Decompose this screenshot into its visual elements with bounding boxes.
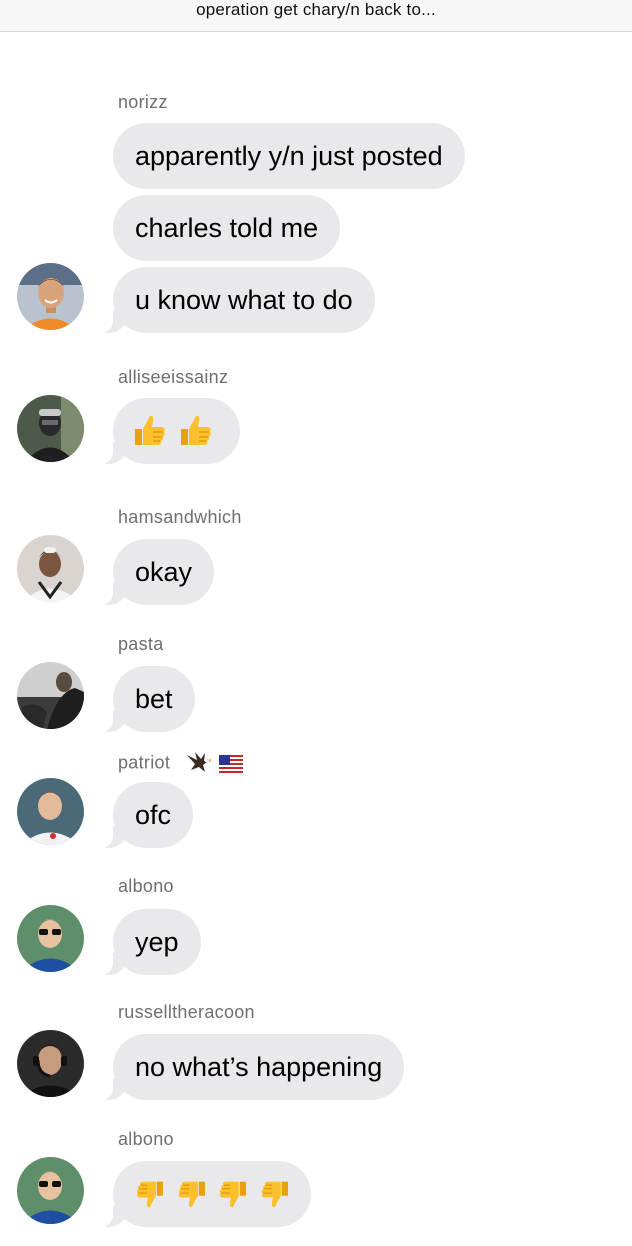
person-hooded-icon — [17, 395, 84, 462]
person-white-jacket-icon — [17, 535, 84, 602]
avatar[interactable] — [17, 905, 84, 972]
message-bubble[interactable]: ofc — [98, 782, 194, 848]
person-sunglasses-blue-icon — [17, 905, 84, 972]
thumbs-down-icon — [261, 1181, 288, 1208]
avatar[interactable] — [17, 395, 84, 462]
person-headset-icon — [17, 1030, 84, 1097]
message-bubble[interactable]: bet — [99, 666, 195, 732]
avatar[interactable] — [17, 535, 84, 602]
thumbs-up-icon — [181, 415, 211, 445]
sender-name-text: patriot — [118, 752, 171, 773]
reaction-bubble[interactable] — [99, 1161, 311, 1227]
person-dark-photo-icon — [17, 662, 84, 729]
person-sunglasses-blue-icon — [17, 1157, 84, 1224]
message-bubble[interactable]: yep — [99, 909, 201, 975]
message-bubble[interactable]: okay — [98, 539, 215, 605]
eagle-icon — [187, 752, 213, 772]
thumbs-down-icon — [178, 1181, 205, 1208]
message-bubble[interactable]: charles told me — [113, 195, 341, 261]
message-bubble[interactable]: apparently y/n just posted — [113, 123, 465, 189]
message-bubble[interactable]: no what’s happening — [98, 1034, 405, 1100]
thumbs-down-icon — [219, 1181, 246, 1208]
avatar[interactable] — [17, 1157, 84, 1224]
person-race-suit-icon — [17, 778, 84, 845]
thumbs-down-icon — [136, 1181, 163, 1208]
sender-name: patriot — [118, 749, 243, 778]
chat-title[interactable]: operation get chary/n back to... — [0, 0, 632, 20]
avatar[interactable] — [17, 263, 84, 330]
us-flag-icon — [218, 755, 243, 773]
avatar[interactable] — [17, 778, 84, 845]
sender-name: albono — [118, 876, 174, 896]
reaction-bubble[interactable] — [99, 398, 240, 464]
sender-name: alliseeissainz — [118, 367, 229, 387]
avatar[interactable] — [17, 662, 84, 729]
chat-header[interactable]: operation get chary/n back to... — [0, 0, 632, 32]
avatar[interactable] — [17, 1030, 84, 1097]
sender-flair — [185, 749, 243, 778]
message-bubble[interactable]: u know what to do — [99, 267, 375, 333]
sender-name: albono — [118, 1129, 174, 1149]
thumbs-up-icon — [135, 415, 165, 445]
sender-name: norizz — [118, 92, 168, 112]
sender-name: hamsandwhich — [118, 507, 242, 527]
sender-name: russelltheracoon — [118, 1002, 255, 1022]
sender-name: pasta — [118, 634, 164, 654]
person-orange-shirt-icon — [17, 263, 84, 330]
